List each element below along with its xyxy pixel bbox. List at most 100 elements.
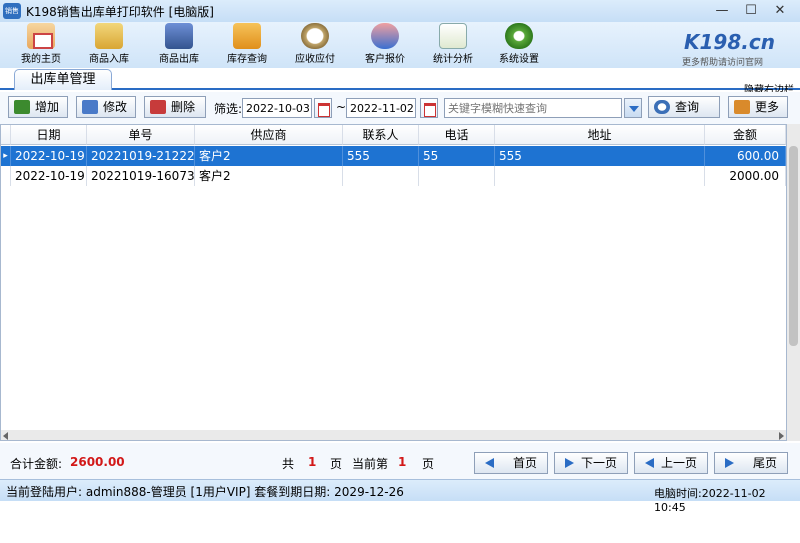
cell-supplier: 客户2: [195, 146, 343, 166]
next-page-button[interactable]: 下一页: [554, 452, 628, 474]
first-page-icon: [485, 458, 494, 468]
table-row[interactable]: 2022-10-19 20221019-1607312 客户2 2000.00: [1, 166, 786, 186]
globe-icon: [371, 23, 399, 49]
prev-page-button[interactable]: 上一页: [634, 452, 708, 474]
toolbar-item-outbound[interactable]: 商品出库: [146, 22, 212, 68]
toolbar-item-receivables[interactable]: 应收应付: [282, 22, 348, 68]
page-current-prefix: 当前第: [352, 457, 389, 471]
minimize-button[interactable]: —: [708, 1, 736, 21]
add-button-label: 增加: [35, 100, 60, 114]
total-amount-value: 2600.00: [70, 455, 125, 469]
toolbar-item-label: 统计分析: [433, 54, 473, 65]
truck-icon: [165, 23, 193, 49]
column-header[interactable]: 金额: [705, 125, 786, 145]
first-page-button[interactable]: 首页: [474, 452, 548, 474]
delete-button[interactable]: 删除: [144, 96, 206, 118]
column-header[interactable]: 日期: [11, 125, 87, 145]
more-button[interactable]: 更多: [728, 96, 788, 118]
edit-button-label: 修改: [103, 100, 128, 114]
cell-supplier: 客户2: [195, 166, 343, 186]
chevron-down-icon[interactable]: [624, 98, 642, 118]
query-button-label: 查询: [675, 100, 700, 114]
logo-subtitle[interactable]: 更多帮助请访问官网: [682, 55, 763, 68]
toolbar-item-settings[interactable]: 系统设置: [486, 22, 552, 68]
toolbar-item-home[interactable]: 我的主页: [8, 22, 74, 68]
cell-contact: [343, 166, 419, 186]
page-total-prefix: 共: [282, 457, 295, 471]
pagination-bar: 合计金额: 2600.00 共 1 页 当前第 1 页 首页 下一页 上一页 尾…: [0, 443, 800, 479]
column-header[interactable]: 电话: [419, 125, 495, 145]
cell-order-no: 20221019-1607312: [87, 166, 195, 186]
title-bar[interactable]: 销售 K198销售出库单打印软件 [电脑版] — ☐ ✕: [0, 0, 800, 22]
scrollbar-thumb[interactable]: [789, 146, 798, 346]
chart-icon: [439, 23, 467, 49]
date-to-input[interactable]: [346, 98, 416, 118]
edit-icon: [82, 100, 98, 114]
next-page-label: 下一页: [580, 456, 617, 470]
toolbar-item-stock[interactable]: 库存查询: [214, 22, 280, 68]
add-button[interactable]: 增加: [8, 96, 68, 118]
vertical-scrollbar[interactable]: [787, 124, 800, 441]
page-total-suffix: 页: [330, 457, 343, 471]
toolbar-item-label: 客户报价: [365, 54, 405, 65]
maximize-button[interactable]: ☐: [737, 1, 765, 21]
edit-button[interactable]: 修改: [76, 96, 136, 118]
inbound-icon: [95, 23, 123, 49]
cell-phone: 55: [419, 146, 495, 166]
brand-logo[interactable]: K198.cn 更多帮助请访问官网: [680, 30, 798, 68]
clock-icon: [301, 23, 329, 49]
status-clock: 电脑时间:2022-11-02 10:45: [654, 487, 766, 514]
column-header[interactable]: 地址: [495, 125, 705, 145]
table-row[interactable]: ▸ 2022-10-19 20221019-2122283 客户2 555 55…: [1, 146, 786, 166]
more-button-label: 更多: [755, 100, 780, 114]
cell-amount: 2000.00: [705, 166, 786, 186]
outbound-table: 日期 单号 供应商 联系人 电话 地址 金额 ▸ 2022-10-19 2022…: [0, 124, 787, 441]
last-page-icon: [725, 458, 734, 468]
boxes-icon: [233, 23, 261, 49]
column-header[interactable]: 联系人: [343, 125, 419, 145]
tab-row: 出库单管理 隐藏右边栏: [0, 68, 800, 96]
date-from-input[interactable]: [242, 98, 312, 118]
row-marker: [1, 166, 11, 186]
cell-address: 555: [495, 146, 705, 166]
last-page-label: 尾页: [752, 456, 777, 470]
close-button[interactable]: ✕: [766, 1, 794, 21]
tab-outbound-management[interactable]: 出库单管理: [14, 69, 112, 90]
page-current-number: 1: [398, 455, 407, 469]
total-amount-label: 合计金额:: [10, 457, 63, 471]
date-range-separator: ~: [336, 100, 347, 114]
toolbar-item-label: 商品出库: [159, 54, 199, 65]
cell-order-no: 20221019-2122283: [87, 146, 195, 166]
app-window: 销售 K198销售出库单打印软件 [电脑版] — ☐ ✕ 我的主页 商品入库 商…: [0, 0, 800, 543]
toolbar-item-quote[interactable]: 客户报价: [352, 22, 418, 68]
scroll-left-icon[interactable]: [3, 432, 8, 440]
toolbar-item-stats[interactable]: 统计分析: [420, 22, 486, 68]
column-header[interactable]: 供应商: [195, 125, 343, 145]
column-header[interactable]: 单号: [87, 125, 195, 145]
status-bar: 当前登陆用户: admin888-管理员 [1用户VIP] 套餐到期日期: 20…: [0, 479, 800, 514]
calendar-icon[interactable]: [314, 98, 332, 118]
last-page-button[interactable]: 尾页: [714, 452, 788, 474]
table-header: 日期 单号 供应商 联系人 电话 地址 金额: [1, 125, 786, 145]
filter-label: 筛选:: [214, 102, 243, 116]
toolbar-item-label: 应收应付: [295, 54, 335, 65]
horizontal-scrollbar[interactable]: [1, 430, 786, 440]
cell-contact: 555: [343, 146, 419, 166]
search-input[interactable]: [444, 98, 622, 118]
search-icon: [654, 100, 670, 114]
scroll-right-icon[interactable]: [779, 432, 784, 440]
header-corner: [1, 125, 11, 145]
window-title: K198销售出库单打印软件 [电脑版]: [26, 5, 214, 19]
next-page-icon: [565, 458, 574, 468]
page-total-count: 1: [308, 455, 317, 469]
delete-button-label: 删除: [171, 100, 196, 114]
calendar-icon[interactable]: [420, 98, 438, 118]
toolbar-item-inbound[interactable]: 商品入库: [76, 22, 142, 68]
add-icon: [14, 100, 30, 114]
prev-page-label: 上一页: [660, 456, 697, 470]
more-icon: [734, 100, 750, 114]
query-button[interactable]: 查询: [648, 96, 720, 118]
status-current-user: 当前登陆用户: admin888-管理员 [1用户VIP] 套餐到期日期: 20…: [6, 485, 404, 499]
app-icon: 销售: [3, 3, 21, 19]
cell-phone: [419, 166, 495, 186]
